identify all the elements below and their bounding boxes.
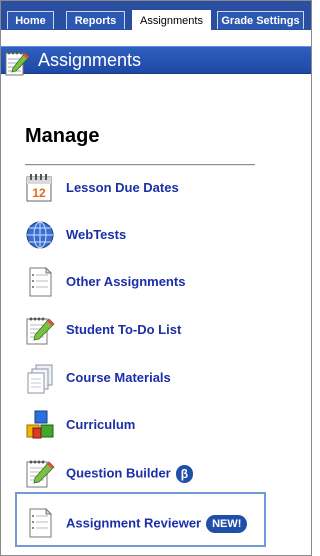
svg-text:12: 12 (32, 186, 46, 200)
app-window: Home Reports Assignments Grade Settings … (0, 0, 312, 556)
notepad-pencil-icon (3, 48, 31, 78)
tab-home[interactable]: Home (7, 11, 54, 29)
menu-item-curriculum[interactable]: Curriculum (23, 408, 283, 442)
menu-item-student-todo-list[interactable]: Student To-Do List (23, 313, 283, 347)
tab-assignments[interactable]: Assignments (132, 10, 211, 30)
menu-item-course-materials[interactable]: Course Materials (23, 361, 283, 395)
menu-item-label: Student To-Do List (66, 322, 182, 337)
menu-item-question-builder[interactable]: Question Builder β (23, 456, 283, 490)
menu-item-label: Question Builder β (66, 465, 194, 483)
menu-item-other-assignments[interactable]: Other Assignments (23, 265, 283, 299)
notepad-pencil-icon (23, 313, 57, 347)
calendar-icon: 12 (23, 171, 57, 205)
menu-item-label: Assignment Reviewer NEW! (66, 515, 248, 533)
document-icon (23, 506, 57, 540)
tab-bar: Home Reports Assignments Grade Settings (1, 1, 311, 30)
question-builder-label: Question Builder (66, 465, 171, 481)
menu-item-label: Course Materials (66, 370, 171, 385)
stacked-pages-icon (23, 361, 57, 395)
section-heading: Manage (25, 125, 100, 147)
menu-item-webtests[interactable]: WebTests (23, 218, 283, 252)
divider (25, 164, 255, 166)
tab-reports[interactable]: Reports (66, 11, 125, 29)
menu-item-label: Curriculum (66, 417, 136, 432)
notepad-pencil-icon (23, 456, 57, 490)
menu-item-label: Lesson Due Dates (66, 180, 179, 195)
page-title: Assignments (38, 50, 142, 70)
tab-grade-settings[interactable]: Grade Settings (217, 11, 304, 29)
menu-item-label: WebTests (66, 227, 127, 242)
document-icon (23, 265, 57, 299)
new-badge: NEW! (206, 515, 248, 533)
beta-badge: β (175, 465, 194, 483)
menu-item-assignment-reviewer[interactable]: Assignment Reviewer NEW! (23, 506, 283, 540)
blocks-icon (23, 408, 57, 442)
menu-item-label: Other Assignments (66, 274, 186, 289)
globe-icon (23, 218, 57, 252)
assignment-reviewer-label: Assignment Reviewer (66, 515, 202, 531)
menu-item-lesson-due-dates[interactable]: 12 Lesson Due Dates (23, 171, 283, 205)
